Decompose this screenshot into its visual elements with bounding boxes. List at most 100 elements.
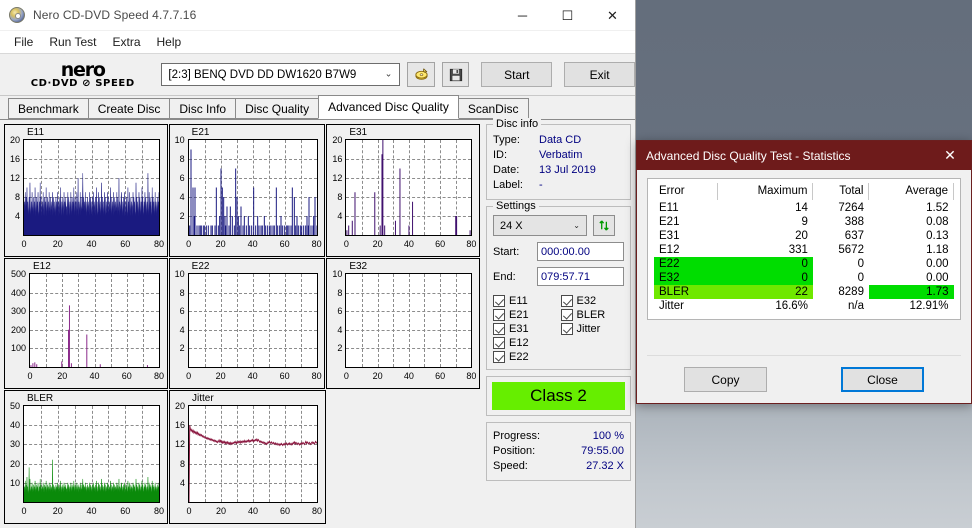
- x-axis-tick-label: 60: [120, 506, 131, 516]
- cell-error: Jitter: [659, 300, 684, 312]
- window-controls: ─ ☐ ✕: [500, 0, 635, 31]
- y-axis-tick-label: 200: [10, 324, 26, 335]
- plot-area: [23, 405, 160, 503]
- start-label: Start:: [493, 245, 520, 258]
- tab-content-advanced-disc-quality: E11 4 8 12 16 20 0 20 40 60 80 E21 2 4 6 8 10 0 20 40 60 80 …: [0, 118, 635, 528]
- chart-e12: E12 100 200 300 400 500 0 20 40 60 80: [4, 258, 168, 389]
- y-axis-tick-label: 100: [10, 343, 26, 354]
- checkbox-e12[interactable]: E12: [493, 337, 557, 349]
- eject-button[interactable]: [407, 62, 435, 87]
- checkbox-e11[interactable]: E11: [493, 295, 557, 307]
- cell-total: 388: [844, 216, 864, 228]
- close-button[interactable]: ✕: [590, 0, 635, 31]
- drive-select[interactable]: [2:3] BENQ DVD DD DW1620 B7W9 ⌄: [161, 63, 401, 86]
- cell-total: 0: [857, 272, 864, 284]
- position-row: Position: 79:55.00: [493, 444, 624, 459]
- tab-disc-info[interactable]: Disc Info: [169, 98, 237, 119]
- speed-select[interactable]: 24 X ⌄: [493, 215, 587, 236]
- minimize-button[interactable]: ─: [500, 0, 545, 31]
- tab-disc-quality[interactable]: Disc Quality: [235, 98, 320, 119]
- grid-line-vertical: [252, 274, 254, 367]
- x-axis-tick-label: 40: [86, 239, 97, 249]
- x-axis-tick-label: 60: [120, 239, 131, 249]
- y-axis-tick-label: 2: [337, 343, 343, 354]
- y-axis-tick-label: 10: [332, 269, 343, 279]
- disc-info-value: Data CD: [539, 134, 582, 146]
- menu-item-help[interactable]: Help: [149, 33, 190, 51]
- tab-benchmark[interactable]: Benchmark: [8, 98, 89, 119]
- chart-title: E21: [191, 127, 210, 138]
- x-axis-tick-label: 80: [153, 239, 164, 249]
- exit-button[interactable]: Exit: [564, 62, 635, 87]
- window-title: Nero CD-DVD Speed 4.7.7.16: [33, 8, 197, 22]
- cell-error: BLER: [654, 285, 718, 299]
- disc-info-row-label: Label: -: [493, 178, 624, 193]
- y-axis-tick-label: 4: [14, 211, 20, 221]
- y-axis-tick-label: 4: [337, 211, 343, 221]
- grid-line-vertical: [393, 274, 395, 367]
- app-disc-icon: [9, 7, 25, 23]
- chart-series: [189, 406, 317, 502]
- nero-cd-dvd-speed-window: Nero CD-DVD Speed 4.7.7.16 ─ ☐ ✕ File Ru…: [0, 0, 636, 528]
- checkbox-e31[interactable]: E31: [493, 323, 557, 335]
- x-axis-tick-label: 40: [89, 371, 100, 381]
- checkbox-e32[interactable]: E32: [560, 295, 625, 307]
- refresh-button[interactable]: [593, 215, 615, 236]
- checkbox-jitter[interactable]: Jitter: [560, 323, 625, 335]
- nero-logo: nero CD·DVD ⊘ SPEED: [10, 60, 155, 89]
- copy-button[interactable]: Copy: [684, 367, 767, 392]
- table-row: BLER 22 8289 1.73: [654, 285, 954, 299]
- y-axis-tick-label: 8: [179, 458, 185, 469]
- chart-e32: E32 2 4 6 8 10 0 20 40 60 80: [326, 258, 480, 389]
- start-input[interactable]: 000:00.00: [537, 242, 624, 261]
- cell-error: E31: [659, 230, 680, 242]
- y-axis-tick-label: 2: [179, 343, 185, 354]
- chart-series: [24, 459, 159, 502]
- save-button[interactable]: [441, 62, 470, 87]
- statistics-dialog-close-icon[interactable]: ✕: [929, 141, 971, 170]
- y-axis-tick-label: 16: [174, 420, 185, 431]
- menu-item-run-test[interactable]: Run Test: [41, 33, 104, 51]
- x-axis-tick-label: 80: [466, 371, 477, 381]
- cell-maximum: 0: [717, 271, 813, 285]
- tab-advanced-disc-quality[interactable]: Advanced Disc Quality: [318, 95, 459, 119]
- checkbox-bler[interactable]: BLER: [560, 309, 625, 321]
- cell-error: E21: [659, 216, 680, 228]
- y-axis-tick-label: 2: [179, 211, 185, 221]
- y-axis-tick-label: 400: [10, 287, 26, 298]
- cell-error: E11: [659, 202, 679, 214]
- chevron-down-icon: ⌄: [573, 221, 580, 230]
- end-input[interactable]: 079:57.71: [537, 267, 624, 286]
- menu-item-file[interactable]: File: [6, 33, 41, 51]
- disc-info-key: ID:: [493, 149, 508, 161]
- y-axis-tick-label: 6: [337, 306, 343, 317]
- menu-item-extra[interactable]: Extra: [104, 33, 148, 51]
- floppy-save-icon: [449, 68, 462, 81]
- checkbox-e21[interactable]: E21: [493, 309, 557, 321]
- cell-total: 8289: [838, 286, 864, 298]
- checkbox-label: E12: [509, 337, 529, 349]
- y-axis-tick-label: 10: [9, 477, 20, 488]
- y-axis-tick-label: 12: [174, 439, 185, 450]
- x-axis-tick-label: 40: [86, 506, 97, 516]
- x-axis-tick-label: 40: [403, 239, 414, 249]
- tab-scandisc[interactable]: ScanDisc: [457, 98, 529, 119]
- x-axis-tick-label: 0: [21, 506, 27, 516]
- table-row: Jitter 16.6% n/a 12.91%: [654, 299, 954, 313]
- grid-line-vertical: [220, 274, 222, 367]
- chart-e11: E11 4 8 12 16 20 0 20 40 60 80: [4, 124, 168, 257]
- start-button[interactable]: Start: [481, 62, 553, 87]
- close-dialog-button[interactable]: Close: [841, 367, 924, 392]
- x-axis-tick-label: 40: [247, 239, 258, 249]
- grid-line-vertical: [408, 274, 410, 367]
- info-panel: Disc info Type: Data CD ID: Verbatim Dat…: [486, 118, 631, 524]
- eject-disc-icon: [415, 68, 428, 80]
- cell-average: 1.52: [926, 202, 949, 214]
- x-axis-tick-label: 40: [403, 371, 414, 381]
- checkbox-e22[interactable]: E22: [493, 351, 557, 363]
- chart-e22: E22 2 4 6 8 10 0 20 40 60 80: [168, 258, 326, 389]
- chart-series: [24, 173, 159, 235]
- maximize-button[interactable]: ☐: [545, 0, 590, 31]
- tab-create-disc[interactable]: Create Disc: [87, 98, 171, 119]
- col-header-total: Total: [812, 183, 870, 201]
